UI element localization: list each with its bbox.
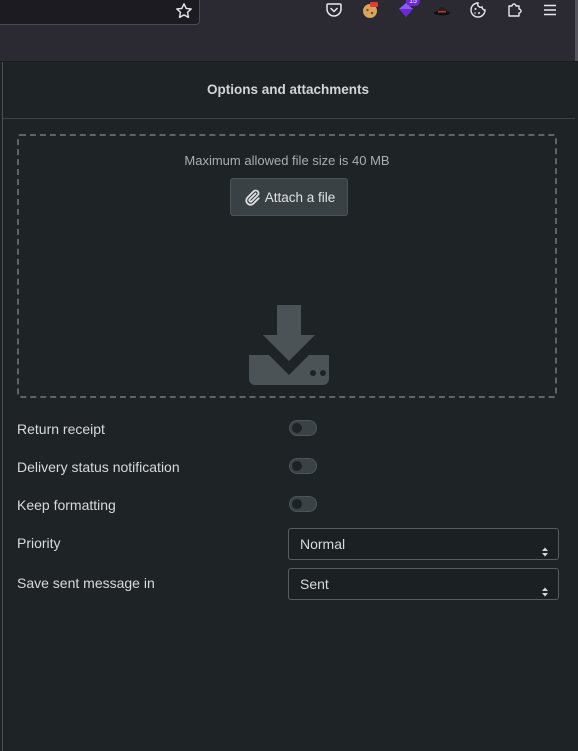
paperclip-icon [243,188,261,206]
extension-cookie-icon[interactable] [361,1,379,19]
attachment-dropzone[interactable]: Maximum allowed file size is 40 MB Attac… [17,134,557,398]
cookie-icon[interactable] [469,1,487,19]
toggle-knob [292,499,302,509]
return-receipt-toggle[interactable] [289,420,317,436]
delivery-status-label: Delivery status notification [17,459,180,475]
delivery-status-toggle[interactable] [289,458,317,474]
attach-file-label: Attach a file [264,189,336,205]
hamburger-menu-icon[interactable] [541,1,559,19]
extensions-puzzle-icon[interactable] [505,1,523,19]
select-arrows-icon [541,578,549,597]
priority-select[interactable]: Normal [288,528,559,560]
attach-file-button[interactable]: Attach a file [230,178,348,216]
title-divider [3,118,575,119]
panel-left-border [2,62,3,751]
keep-formatting-label: Keep formatting [17,497,116,513]
max-file-size-text: Maximum allowed file size is 40 MB [184,153,390,168]
extension-badge-count: 15 [406,0,420,6]
priority-label: Priority [17,535,61,551]
priority-value: Normal [300,536,346,552]
download-tray-icon [247,303,331,387]
panel-title: Options and attachments [206,82,370,97]
pocket-icon[interactable] [325,1,343,19]
browser-toolbar: 15 [0,0,578,62]
save-sent-value: Sent [300,576,329,592]
bookmark-star-icon[interactable] [175,2,193,25]
save-sent-label: Save sent message in [17,575,155,591]
extension-purple-icon[interactable]: 15 [397,0,420,19]
url-bar[interactable] [0,0,200,25]
extension-hat-icon[interactable] [433,1,451,19]
toggle-knob [292,423,302,433]
keep-formatting-toggle[interactable] [289,496,317,512]
save-sent-select[interactable]: Sent [288,568,559,600]
toggle-knob [292,461,302,471]
return-receipt-label: Return receipt [17,421,105,437]
select-arrows-icon [541,538,549,557]
